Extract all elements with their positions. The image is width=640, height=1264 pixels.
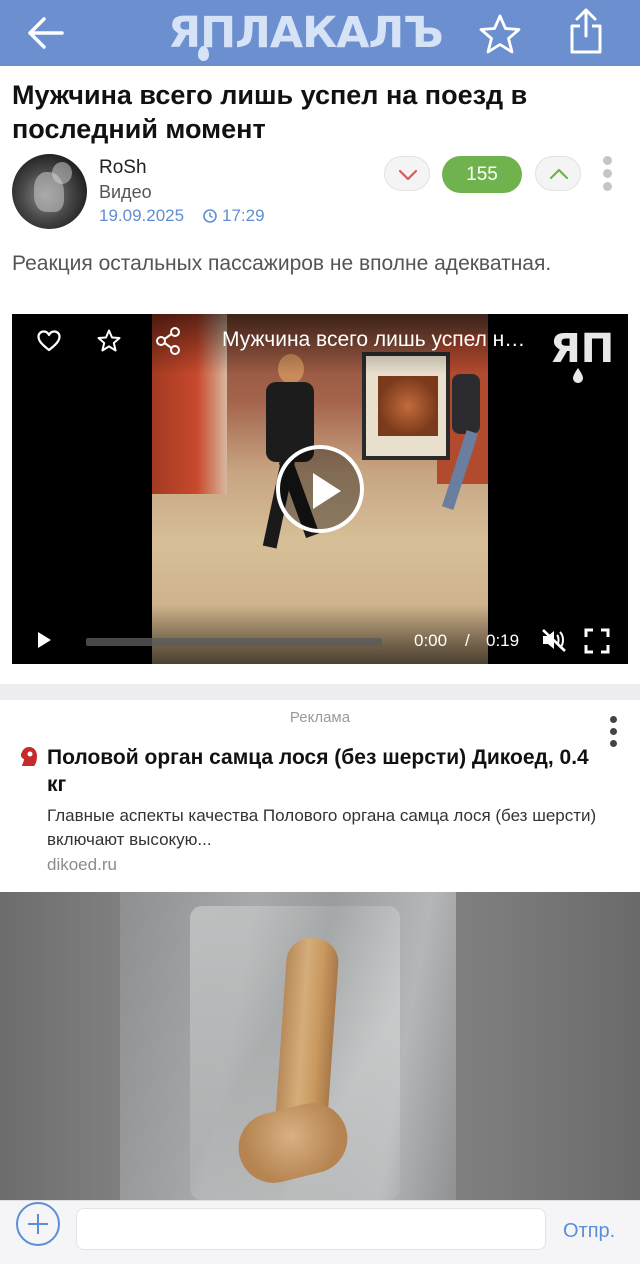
ad-label: Реклама [289,709,351,726]
watermark-text: ЯП [550,326,614,372]
post-category[interactable]: Видео [99,182,152,203]
post-title: Мужчина всего лишь успел на поезд в посл… [12,80,528,144]
more-options-icon[interactable] [598,154,618,194]
video-watermark-logo: ЯП [548,324,618,386]
dot [610,740,617,747]
avatar-shape [52,162,72,184]
add-attachment-button[interactable] [16,1202,60,1246]
video-scene-person [441,374,484,514]
video-current-time: 0:00 [414,631,448,650]
muted-speaker-icon[interactable] [540,627,568,653]
video-time-separator: / [465,631,470,650]
video-scene [378,376,438,436]
plus-icon [37,1214,39,1234]
vote-up-button[interactable] [535,156,581,191]
video-scene [452,374,480,434]
play-icon[interactable] [34,630,54,650]
comment-input[interactable] [76,1208,546,1250]
back-arrow-icon[interactable] [22,12,68,54]
chevron-down-icon [398,169,418,181]
heart-icon[interactable] [36,328,62,354]
star-icon[interactable] [476,12,524,56]
chevron-up-icon [549,168,569,180]
ad-domain[interactable]: dikoed.ru [47,855,117,875]
author-avatar[interactable] [12,154,87,229]
author-name[interactable]: RoSh [99,157,147,179]
star-icon[interactable] [96,328,122,354]
video-title: Мужчина всего лишь успел на поезд в посл… [222,328,532,351]
fullscreen-icon[interactable] [584,628,610,654]
video-scene [441,430,479,510]
post-time: 17:29 [222,206,265,225]
advertiser-favicon-icon [18,745,40,769]
dot [610,728,617,735]
play-icon [313,473,341,509]
video-duration: 0:19 [486,631,520,650]
post-date: 19.09.2025 [99,206,185,225]
ad-text: Главные аспекты качества Полового органа… [47,806,597,849]
video-player[interactable]: Мужчина всего лишь успел на поезд в посл… [12,314,628,664]
dot [603,182,612,191]
section-divider [0,684,640,700]
clock-icon [203,209,217,223]
share-icon[interactable] [562,6,610,56]
send-button[interactable]: Отпр. [563,1220,615,1243]
vote-down-button[interactable] [384,156,430,191]
post-description: Реакция остальных пассажиров не вполне а… [12,252,552,275]
top-app-bar: ЯПЛАКАЛЪ [0,0,640,66]
video-overlay [12,604,628,664]
dot [603,156,612,165]
site-logo[interactable]: ЯПЛАКАЛЪ [168,6,458,61]
logo-text: ЯПЛАКАЛЪ [168,8,444,58]
play-button[interactable] [276,445,364,533]
ad-title[interactable]: Половой орган самца лося (без шерсти) Ди… [47,744,607,798]
ad-image[interactable] [0,892,640,1200]
video-progress-bar[interactable] [86,638,382,646]
post-score: 155 [442,156,522,193]
share-nodes-icon[interactable] [154,326,182,356]
logo-drop-icon [198,46,209,61]
more-options-icon[interactable] [604,714,624,750]
dot [603,169,612,178]
dot [610,716,617,723]
